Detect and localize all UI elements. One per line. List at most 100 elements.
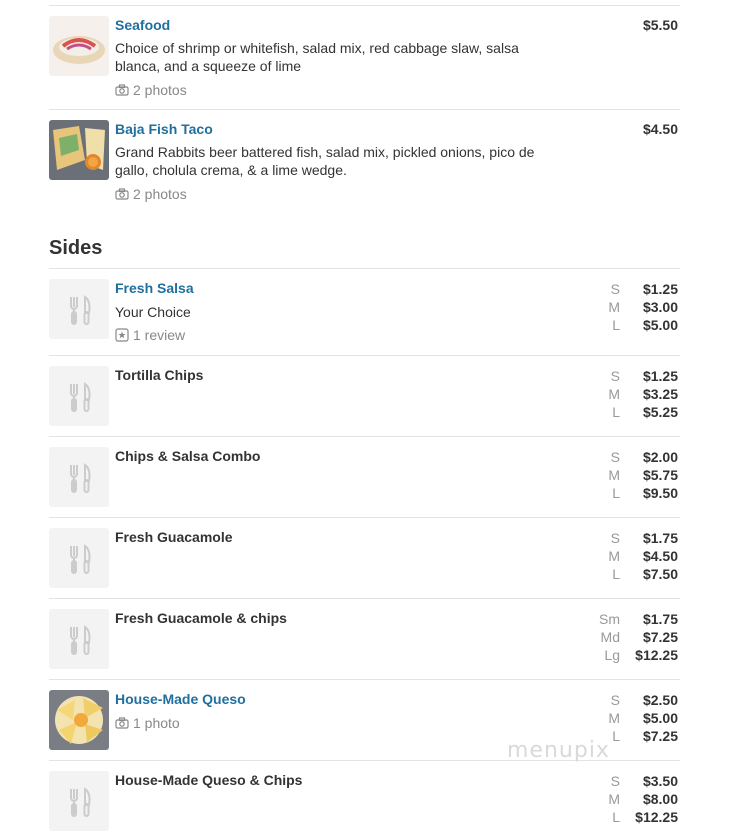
size-label: Sm — [599, 611, 620, 627]
size-price: $5.00 — [642, 317, 678, 333]
size-row: S $2.50 — [590, 691, 678, 709]
size-price: $3.25 — [642, 386, 678, 402]
size-price: $7.50 — [642, 566, 678, 582]
size-row: L $7.50 — [590, 565, 678, 583]
size-row: L $12.25 — [590, 808, 678, 826]
size-label: M — [608, 710, 620, 726]
item-info: Baja Fish Taco Grand Rabbits beer batter… — [115, 121, 535, 202]
utensils-icon — [70, 463, 91, 493]
item-description: Grand Rabbits beer battered fish, salad … — [115, 144, 535, 178]
item-description: Your Choice — [115, 304, 191, 320]
size-label: S — [610, 530, 620, 546]
item-name[interactable]: Seafood — [115, 17, 535, 33]
size-label: L — [612, 404, 620, 420]
size-price: $12.25 — [635, 809, 678, 825]
item-name: Chips & Salsa Combo — [115, 448, 261, 464]
menu-item-fresh-guacamole-chips: Fresh Guacamole & chips Sm $1.75 Md $7.25 … — [49, 598, 680, 679]
utensils-icon — [70, 787, 91, 817]
size-label: L — [612, 566, 620, 582]
item-info: Tortilla Chips — [115, 367, 535, 383]
placeholder-image — [49, 447, 109, 507]
size-row: M $5.75 — [590, 466, 678, 484]
menu-item-fresh-salsa: Fresh Salsa Your Choice 1 review S $1.25 … — [49, 268, 680, 355]
menu-item-fresh-guacamole: Fresh Guacamole S $1.75 M $4.50 L $7.50 — [49, 517, 680, 598]
size-price: $5.25 — [642, 404, 678, 420]
photo-count: 1 photo — [133, 715, 180, 731]
size-label: Lg — [604, 647, 620, 663]
size-row: M $3.25 — [590, 385, 678, 403]
item-info: Chips & Salsa Combo — [115, 448, 535, 464]
size-row: L $9.50 — [590, 484, 678, 502]
size-price: $5.75 — [642, 467, 678, 483]
item-photos-link[interactable]: 2 photos — [115, 186, 535, 202]
menu-item-house-made-queso-chips: House-Made Queso & Chips S $3.50 M $8.00 L… — [49, 760, 680, 839]
utensils-icon — [70, 382, 91, 412]
photo-count: 2 photos — [133, 186, 187, 202]
item-photos-link[interactable]: 1 photo — [115, 715, 535, 731]
size-row: Md $7.25 — [590, 628, 678, 646]
menu-list: Seafood Choice of shrimp or whitefish, s… — [49, 5, 680, 839]
utensils-icon — [70, 544, 91, 574]
size-price: $5.00 — [642, 710, 678, 726]
item-info: Seafood Choice of shrimp or whitefish, s… — [115, 17, 535, 98]
size-price: $3.50 — [642, 773, 678, 789]
size-row: Sm $1.75 — [590, 610, 678, 628]
size-price: $4.50 — [642, 548, 678, 564]
placeholder-image — [49, 366, 109, 426]
camera-icon — [115, 717, 129, 729]
item-photo-seafood[interactable] — [49, 16, 109, 76]
size-row: S $3.50 — [590, 772, 678, 790]
size-prices: S $1.25 M $3.25 L $5.25 — [590, 367, 678, 421]
size-price: $7.25 — [642, 629, 678, 645]
section-heading: Sides — [49, 213, 680, 268]
item-description: Choice of shrimp or whitefish, salad mix… — [115, 40, 519, 74]
size-row: M $5.00 — [590, 709, 678, 727]
item-name: Fresh Guacamole — [115, 529, 233, 545]
size-prices: S $2.50 M $5.00 L $7.25 — [590, 691, 678, 745]
item-photo-house-made-queso[interactable] — [49, 690, 109, 750]
item-name[interactable]: Fresh Salsa — [115, 280, 535, 296]
size-row: L $5.00 — [590, 316, 678, 334]
item-photos-link[interactable]: 2 photos — [115, 82, 535, 98]
size-row: M $3.00 — [590, 298, 678, 316]
item-reviews-link[interactable]: 1 review — [115, 327, 535, 343]
placeholder-image — [49, 279, 109, 339]
size-price: $9.50 — [642, 485, 678, 501]
item-info: Fresh Guacamole — [115, 529, 535, 545]
watermark: menupix — [507, 738, 610, 763]
size-row: M $4.50 — [590, 547, 678, 565]
size-row: S $1.25 — [590, 367, 678, 385]
photo-count: 2 photos — [133, 82, 187, 98]
size-label: S — [610, 368, 620, 384]
item-name[interactable]: Baja Fish Taco — [115, 121, 535, 137]
size-row: S $1.75 — [590, 529, 678, 547]
size-price: $1.25 — [642, 368, 678, 384]
size-price: $1.75 — [642, 530, 678, 546]
size-price: $12.25 — [635, 647, 678, 663]
size-label: L — [612, 317, 620, 333]
size-price: $1.75 — [642, 611, 678, 627]
item-price: $5.50 — [642, 17, 678, 33]
size-label: Md — [600, 629, 620, 645]
item-price: $4.50 — [642, 121, 678, 137]
item-info: House-Made Queso & Chips — [115, 772, 535, 788]
item-name: Fresh Guacamole & chips — [115, 610, 287, 626]
size-row: S $2.00 — [590, 448, 678, 466]
item-photo-baja-fish-taco[interactable] — [49, 120, 109, 180]
size-row: Lg $12.25 — [590, 646, 678, 664]
size-prices: S $3.50 M $8.00 L $12.25 — [590, 772, 678, 826]
size-label: S — [610, 449, 620, 465]
review-star-icon — [115, 328, 129, 342]
placeholder-image — [49, 528, 109, 588]
size-prices: Sm $1.75 Md $7.25 Lg $12.25 — [590, 610, 678, 664]
size-label: L — [612, 485, 620, 501]
camera-icon — [115, 84, 129, 96]
placeholder-image — [49, 609, 109, 669]
review-count: 1 review — [133, 327, 186, 343]
menu-item-tortilla-chips: Tortilla Chips S $1.25 M $3.25 L $5.25 — [49, 355, 680, 436]
item-info: Fresh Salsa Your Choice 1 review — [115, 280, 535, 343]
size-prices: S $1.25 M $3.00 L $5.00 — [590, 280, 678, 334]
utensils-icon — [70, 295, 91, 325]
item-name[interactable]: House-Made Queso — [115, 691, 535, 707]
placeholder-image — [49, 771, 109, 831]
